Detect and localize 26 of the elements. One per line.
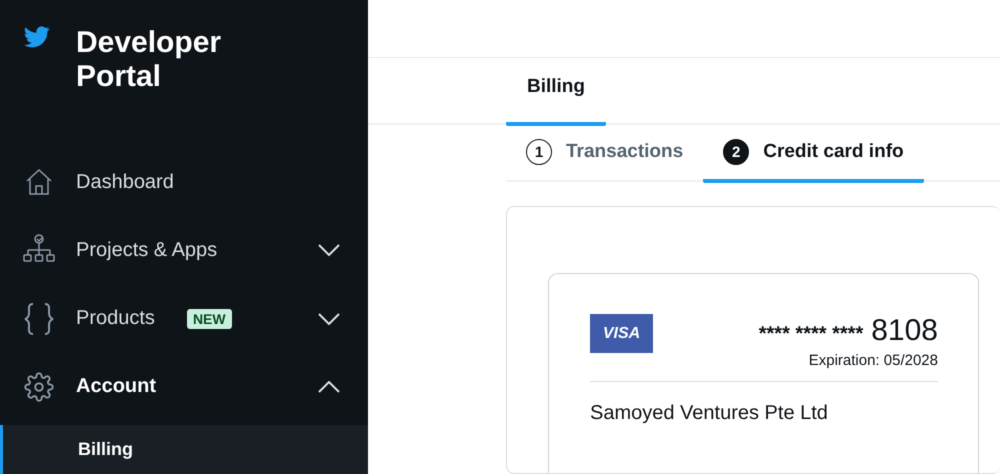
home-icon	[24, 167, 54, 198]
chevron-down-icon[interactable]	[318, 244, 340, 256]
bird-logo-icon	[24, 26, 50, 48]
settings-icon	[24, 372, 54, 402]
step-number: 2	[723, 139, 750, 166]
sidebar-item[interactable]: Products NEW	[0, 284, 368, 353]
step-label: Credit card info	[763, 141, 904, 164]
step-tab[interactable]: 1 Transactions	[506, 125, 704, 183]
sidebar-subitem[interactable]: Billing	[0, 424, 368, 474]
sidebar-item[interactable]: Account	[0, 352, 368, 421]
step-number: 1	[526, 139, 552, 166]
card-last-digits: 8108	[871, 314, 938, 348]
card-brand-logo: VISA	[590, 314, 653, 353]
step-label: Transactions	[566, 141, 684, 164]
new-badge: NEW	[186, 308, 232, 329]
step-tab[interactable]: 2 Credit card info	[703, 125, 924, 183]
tab[interactable]: Billing	[506, 76, 606, 126]
card-number-mask: **** **** ****	[758, 323, 864, 346]
sidebar-item[interactable]: Dashboard	[0, 148, 368, 216]
sidebar-item[interactable]: Projects & Apps	[0, 216, 368, 284]
braces-icon	[23, 302, 55, 336]
chevron-up-icon[interactable]	[318, 380, 340, 393]
portal-title: Developer Portal	[76, 26, 222, 94]
expiration-date: Expiration: 05/2028	[808, 352, 938, 369]
card-holder-name: Samoyed Ventures Pte Ltd	[590, 402, 829, 425]
chevron-down-icon[interactable]	[318, 312, 340, 325]
